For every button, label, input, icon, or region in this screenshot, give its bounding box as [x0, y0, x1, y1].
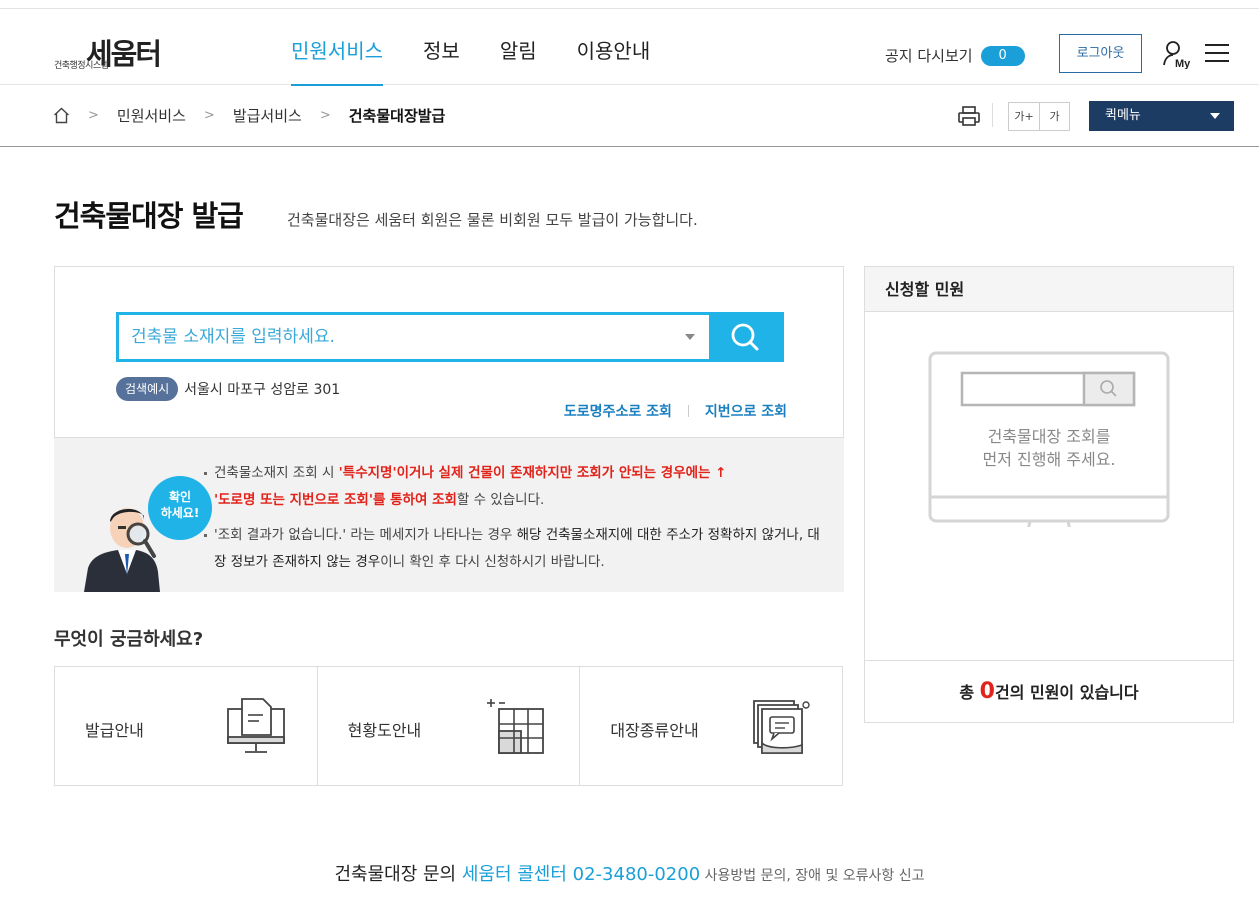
info-highlight: '도로명 또는 지번으로 조회'를 통하여 조회	[214, 492, 457, 508]
count-prefix: 총	[959, 683, 980, 702]
info-illustration: 확인 하세요!	[82, 476, 212, 592]
chevron-down-icon[interactable]	[685, 334, 695, 340]
document-chat-icon	[753, 700, 810, 754]
nav-item-notice[interactable]: 알림	[500, 9, 537, 85]
faq-item-label: 발급안내	[85, 721, 144, 740]
check-notice-bubble: 확인 하세요!	[148, 476, 212, 540]
my-page-icon[interactable]: My	[1162, 39, 1196, 69]
nav-item-info[interactable]: 정보	[423, 9, 460, 85]
faq-item-issuance-guide[interactable]: 발급안내	[55, 667, 317, 785]
apply-count: 0	[979, 679, 995, 704]
count-suffix: 건의 민원이 있습니다	[994, 683, 1139, 702]
address-search-input[interactable]	[119, 315, 709, 359]
home-icon[interactable]	[53, 107, 70, 124]
info-text-part: '조회 결과가 없습니다.' 라는 메세지가 나타나는 경우	[214, 527, 517, 543]
site-logo[interactable]: 세움터 건축행정시스템	[54, 31, 194, 71]
main-nav: 민원서비스 정보 알림 이용안내	[291, 9, 651, 86]
search-example: 검색예시 서울시 마포구 성암로 301	[116, 377, 340, 401]
search-example-text: 서울시 마포구 성암로 301	[184, 382, 341, 398]
contact-suffix: 사용방법 문의, 장애 및 오류사항 신고	[700, 868, 925, 884]
bubble-line2: 하세요!	[160, 506, 200, 520]
search-bar	[116, 312, 784, 362]
print-icon[interactable]	[957, 105, 981, 127]
site-header: 세움터 건축행정시스템 민원서비스 정보 알림 이용안내 공지 다시보기 0 로…	[0, 9, 1259, 86]
info-text-part: 이니 확인 후 다시 신청하시기 바랍니다.	[380, 554, 605, 570]
toolbar-divider	[992, 103, 993, 127]
breadcrumb-bar: > 민원서비스 > 발급서비스 > 건축물대장발급 가+ 가 퀵메뉴	[0, 85, 1259, 147]
chevron-right-icon: >	[319, 108, 331, 123]
font-decrease-button[interactable]: 가	[1039, 103, 1069, 130]
info-text: 건축물소재지 조회 시 '특수지명'이거나 실제 건물이 존재하지만 조회가 안…	[204, 460, 824, 584]
nav-item-civil-service[interactable]: 민원서비스	[291, 9, 383, 86]
faq-item-ledger-types-guide[interactable]: 대장종류안내	[579, 667, 842, 785]
breadcrumb-current: 건축물대장발급	[348, 107, 446, 125]
info-paragraph: '조회 결과가 없습니다.' 라는 메세지가 나타나는 경우 해당 건축물소재지…	[204, 522, 824, 576]
notice-info-box: 확인 하세요! 건축물소재지 조회 시 '특수지명'이거나 실제 건물이 존재하…	[54, 438, 844, 592]
info-text-part: 건축물소재지 조회 시	[214, 465, 339, 481]
info-text-part: 할 수 있습니다.	[456, 492, 545, 508]
quick-menu-label: 퀵메뉴	[1105, 108, 1141, 123]
apply-list-title: 신청할 민원	[865, 267, 1233, 312]
apply-empty-message: 건축물대장 조회를 먼저 진행해 주세요.	[928, 425, 1170, 471]
nav-item-guide[interactable]: 이용안내	[577, 9, 651, 85]
search-button[interactable]	[709, 315, 781, 359]
faq-title: 무엇이 궁금하세요?	[54, 629, 204, 650]
logo-accent-mark	[164, 41, 186, 63]
apply-count-summary: 총 0건의 민원이 있습니다	[865, 660, 1233, 722]
search-example-tag: 검색예시	[116, 377, 179, 401]
contact-info: 건축물대장 문의 세움터 콜센터 02-3480-0200 사용방법 문의, 장…	[0, 860, 1259, 886]
apply-list-panel: 신청할 민원 건축물대장 조회를 먼저 진행해 주세요. 총 0건의 민원이 있…	[864, 266, 1234, 723]
search-mode-links: 도로명주소로 조회 지번으로 조회	[564, 401, 787, 421]
faq-grid: 발급안내 현황도안내 대장종류안내	[54, 666, 843, 786]
faq-item-label: 현황도안내	[347, 721, 422, 740]
hamburger-menu-icon[interactable]	[1205, 44, 1229, 64]
logout-button[interactable]: 로그아웃	[1059, 34, 1142, 73]
breadcrumb-item[interactable]: 발급서비스	[233, 105, 302, 126]
font-increase-button[interactable]: 가+	[1009, 103, 1039, 130]
monitor-document-icon	[226, 698, 285, 753]
search-icon	[731, 323, 759, 351]
faq-item-label: 대장종류안내	[610, 721, 699, 740]
call-center-number[interactable]: 세움터 콜센터 02-3480-0200	[462, 864, 700, 885]
font-size-controls: 가+ 가	[1008, 102, 1070, 131]
notice-count-badge[interactable]: 0	[980, 45, 1025, 66]
chevron-right-icon: >	[88, 108, 99, 123]
bubble-line1: 확인	[168, 490, 192, 504]
logo-sub-text: 건축행정시스템	[54, 61, 109, 71]
notice-replay[interactable]: 공지 다시보기 0	[885, 45, 1025, 66]
road-address-search-link[interactable]: 도로명주소로 조회	[564, 401, 672, 421]
link-divider	[687, 405, 689, 417]
address-search-panel: 검색예시 서울시 마포구 성암로 301 도로명주소로 조회 지번으로 조회	[54, 266, 844, 438]
contact-prefix: 건축물대장 문의	[334, 864, 462, 885]
faq-item-status-map-guide[interactable]: 현황도안내	[316, 667, 580, 785]
empty-line2: 먼저 진행해 주세요.	[982, 450, 1116, 469]
info-highlight: '특수지명'이거나 실제 건물이 존재하지만 조회가 안되는 경우에는 ↑	[338, 465, 727, 481]
empty-line1: 건축물대장 조회를	[987, 427, 1111, 446]
quick-menu-dropdown[interactable]: 퀵메뉴	[1089, 101, 1234, 131]
breadcrumb: > 민원서비스 > 발급서비스 > 건축물대장발급	[53, 105, 445, 126]
chevron-right-icon: >	[203, 108, 215, 123]
info-paragraph: 건축물소재지 조회 시 '특수지명'이거나 실제 건물이 존재하지만 조회가 안…	[204, 460, 824, 514]
chevron-down-icon	[1210, 113, 1220, 119]
breadcrumb-item[interactable]: 민원서비스	[117, 105, 186, 126]
notice-replay-label: 공지 다시보기	[885, 47, 973, 65]
my-label: My	[1175, 58, 1191, 69]
page-description: 건축물대장은 세움터 회원은 물론 비회원 모두 발급이 가능합니다.	[287, 211, 698, 229]
lot-number-search-link[interactable]: 지번으로 조회	[705, 401, 787, 421]
grid-plan-icon	[487, 699, 545, 754]
page-title: 건축물대장 발급	[54, 199, 244, 233]
